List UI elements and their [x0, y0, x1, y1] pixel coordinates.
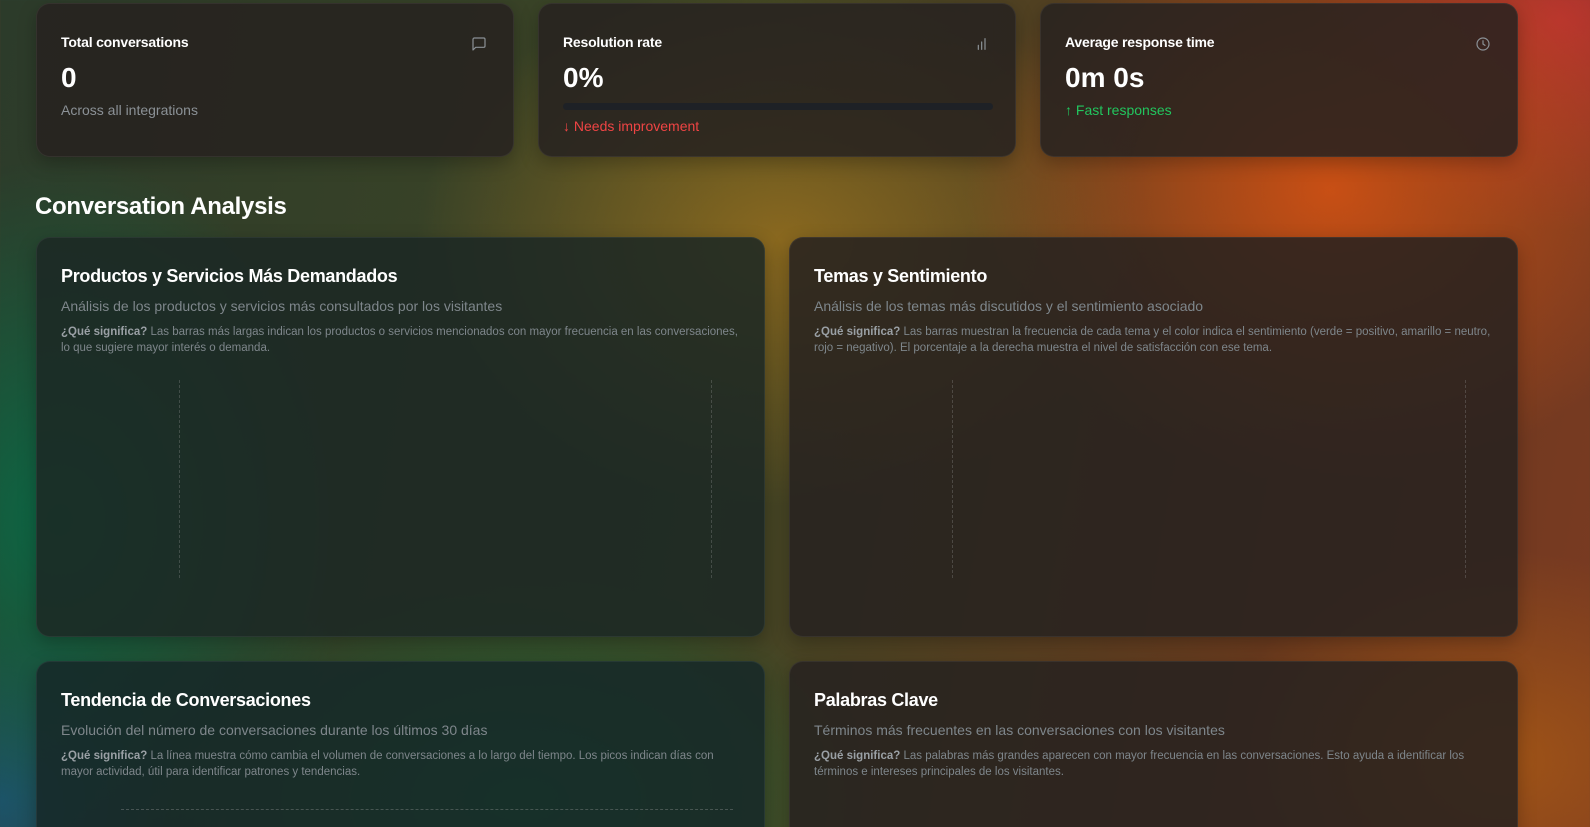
note-label: ¿Qué significa? — [61, 326, 148, 338]
chart-gridline — [952, 380, 953, 578]
panel-title: Productos y Servicios Más Demandados — [61, 266, 398, 286]
panel-explanation: ¿Qué significa? Las barras más largas in… — [61, 324, 746, 356]
note-text: Las barras muestran la frecuencia de cad… — [814, 326, 1491, 354]
panel-explanation: ¿Qué significa? Las palabras más grandes… — [814, 748, 1484, 780]
stat-card-resolution-rate: Resolution rate 0% ↓ Needs improvement — [538, 3, 1016, 157]
stat-title: Resolution rate — [563, 34, 662, 50]
note-label: ¿Qué significa? — [814, 750, 901, 762]
panel-description: Análisis de los temas más discutidos y e… — [814, 298, 1204, 314]
bar-chart-icon — [977, 38, 986, 50]
note-text: La línea muestra cómo cambia el volumen … — [61, 750, 714, 778]
stat-value: 0 — [61, 62, 77, 93]
chart-gridline — [1465, 380, 1466, 578]
chart-gridline — [179, 380, 180, 578]
topics-bar-chart — [790, 368, 1519, 588]
note-text: Las barras más largas indican los produc… — [61, 326, 738, 354]
panel-description: Términos más frecuentes en las conversac… — [814, 722, 1225, 738]
stat-trend: ↑ Fast responses — [1065, 102, 1172, 118]
panel-title: Tendencia de Conversaciones — [61, 690, 311, 710]
note-text: Las palabras más grandes aparecen con ma… — [814, 750, 1465, 778]
section-title: Conversation Analysis — [35, 193, 287, 220]
panel-description: Evolución del número de conversaciones d… — [61, 722, 488, 738]
resolution-progress-bar — [563, 103, 993, 110]
panel-explanation: ¿Qué significa? La línea muestra cómo ca… — [61, 748, 731, 780]
panel-top-products: Productos y Servicios Más Demandados Aná… — [36, 237, 765, 637]
panel-keywords: Palabras Clave Términos más frecuentes e… — [789, 661, 1518, 827]
products-bar-chart — [37, 368, 766, 588]
note-label: ¿Qué significa? — [814, 326, 901, 338]
stat-title: Average response time — [1065, 34, 1215, 50]
chart-gridline — [121, 809, 733, 810]
stat-value: 0% — [563, 62, 604, 93]
panel-topics-sentiment: Temas y Sentimiento Análisis de los tema… — [789, 237, 1518, 637]
stat-value: 0m 0s — [1065, 62, 1145, 93]
chart-gridline — [711, 380, 712, 578]
panel-description: Análisis de los productos y servicios má… — [61, 298, 503, 314]
message-square-icon — [472, 37, 486, 51]
panel-explanation: ¿Qué significa? Las barras muestran la f… — [814, 324, 1499, 356]
stat-trend: ↓ Needs improvement — [563, 118, 700, 134]
clock-icon — [1476, 37, 1490, 51]
stat-subtitle: Across all integrations — [61, 102, 198, 118]
stat-card-average-response-time: Average response time 0m 0s ↑ Fast respo… — [1040, 3, 1518, 157]
stat-title: Total conversations — [61, 34, 189, 50]
panel-title: Palabras Clave — [814, 690, 938, 710]
stat-card-total-conversations: Total conversations 0 Across all integra… — [36, 3, 514, 157]
panel-title: Temas y Sentimiento — [814, 266, 988, 286]
note-label: ¿Qué significa? — [61, 750, 148, 762]
panel-conversation-trend: Tendencia de Conversaciones Evolución de… — [36, 661, 765, 827]
